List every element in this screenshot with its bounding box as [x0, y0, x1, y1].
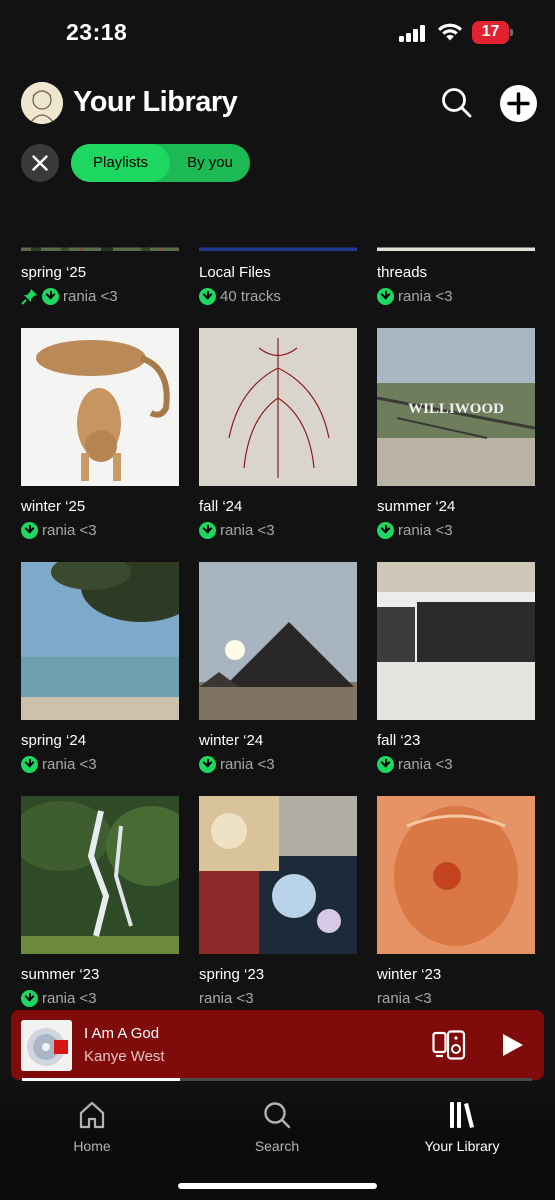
summer-24-artwork: WILLIWOOD [377, 328, 535, 486]
spring-23-artwork [199, 796, 357, 954]
now-playing-artwork [21, 1020, 72, 1071]
clear-filters-button[interactable] [21, 144, 59, 182]
playlist-cover[interactable] [21, 328, 179, 486]
download-icon [377, 288, 394, 305]
download-icon [377, 522, 394, 539]
summer-23-artwork [21, 796, 179, 954]
playlist-title: winter ‘23 [377, 966, 442, 983]
playlist-cover[interactable]: WILLIWOOD [377, 328, 535, 486]
now-playing-artist: Kanye West [84, 1048, 165, 1065]
fall-23-artwork [377, 562, 535, 720]
playlist-title: spring ‘23 [199, 966, 265, 983]
spring-25-artwork [21, 247, 179, 251]
winter-24-artwork [199, 562, 357, 720]
filter-chip-playlists[interactable]: Playlists [71, 144, 170, 182]
download-icon [42, 288, 59, 305]
playlist-cover[interactable] [21, 196, 179, 251]
playlist-title: winter ‘24 [199, 732, 264, 749]
local-files-artwork [199, 247, 357, 251]
playlist-subtitle: rania <3 [21, 756, 97, 773]
library-icon [450, 1102, 474, 1128]
playlist-title: fall ‘23 [377, 732, 421, 749]
connect-device-icon[interactable] [432, 1030, 466, 1060]
playlist-title: Local Files [199, 264, 271, 281]
playlist-cover[interactable] [21, 796, 179, 954]
playlist-cover[interactable] [377, 796, 535, 954]
download-icon [199, 288, 216, 305]
tab-search[interactable]: Search [207, 1100, 347, 1160]
now-playing-title: I Am A God [84, 1025, 160, 1042]
home-icon [79, 1101, 105, 1129]
page-title: Your Library [73, 86, 238, 118]
create-button[interactable] [500, 85, 537, 122]
download-icon [377, 756, 394, 773]
library-header: Your Library Playlists By you [0, 66, 555, 196]
playlist-subtitle: 40 tracks [199, 288, 281, 305]
playback-progress-fill [22, 1078, 181, 1081]
playlist-title: summer ‘23 [21, 966, 100, 983]
search-icon [264, 1102, 291, 1129]
filter-chip-group: Playlists By you [71, 144, 250, 182]
download-icon [199, 522, 216, 539]
fall-24-artwork [199, 328, 357, 486]
close-icon [32, 155, 48, 171]
playlist-cover[interactable] [199, 796, 357, 954]
playlist-cover[interactable] [21, 562, 179, 720]
winter-23-artwork [377, 796, 535, 954]
playlist-title: fall ‘24 [199, 498, 243, 515]
playlist-cover[interactable] [199, 328, 357, 486]
playlist-cover[interactable] [377, 562, 535, 720]
playlist-subtitle: rania <3 [377, 288, 453, 305]
playlist-subtitle: rania <3 [377, 756, 453, 773]
playlist-title: spring ‘24 [21, 732, 87, 749]
spring-24-artwork [21, 562, 179, 720]
avatar[interactable] [21, 82, 63, 124]
cd-artwork-icon [21, 1020, 72, 1071]
tab-your-library[interactable]: Your Library [392, 1100, 532, 1160]
avatar-illustration-icon [21, 82, 63, 124]
tab-home[interactable]: Home [22, 1100, 162, 1160]
playlist-cover[interactable] [199, 562, 357, 720]
pin-icon [21, 289, 37, 305]
plus-icon [507, 92, 530, 115]
download-icon [199, 756, 216, 773]
playlist-subtitle: rania <3 [21, 288, 118, 305]
playlist-subtitle: rania <3 [199, 756, 275, 773]
playlist-subtitle: rania <3 [377, 990, 432, 1007]
play-icon[interactable] [499, 1032, 525, 1058]
home-indicator [178, 1183, 377, 1189]
download-icon [21, 756, 38, 773]
williwood-sign-text: WILLIWOOD [408, 401, 504, 417]
download-icon [21, 522, 38, 539]
playlist-cover[interactable] [199, 196, 357, 251]
playback-progress-bar[interactable] [22, 1078, 532, 1081]
tab-search-label: Search [254, 1138, 300, 1154]
tab-your-library-label: Your Library [424, 1138, 500, 1154]
filter-chip-by-you[interactable]: By you [170, 144, 250, 182]
playlist-cover[interactable] [377, 196, 535, 251]
playlist-subtitle: rania <3 [199, 990, 254, 1007]
playlist-subtitle: rania <3 [199, 522, 275, 539]
download-icon [21, 990, 38, 1007]
playlist-title: spring ‘25 [21, 264, 87, 281]
tab-home-label: Home [73, 1138, 111, 1154]
playlist-title: summer ‘24 [377, 498, 456, 515]
playlist-title: threads [377, 264, 428, 281]
bottom-tab-bar: Home Search Your Library [0, 1080, 555, 1200]
playlist-title: winter ‘25 [21, 498, 86, 515]
playlist-subtitle: rania <3 [21, 522, 97, 539]
now-playing-bar[interactable]: I Am A God Kanye West [11, 1010, 544, 1080]
winter-25-artwork [21, 328, 179, 486]
playlist-subtitle: rania <3 [21, 990, 97, 1007]
search-icon[interactable] [439, 85, 473, 119]
threads-artwork [377, 247, 535, 251]
playlist-subtitle: rania <3 [377, 522, 453, 539]
